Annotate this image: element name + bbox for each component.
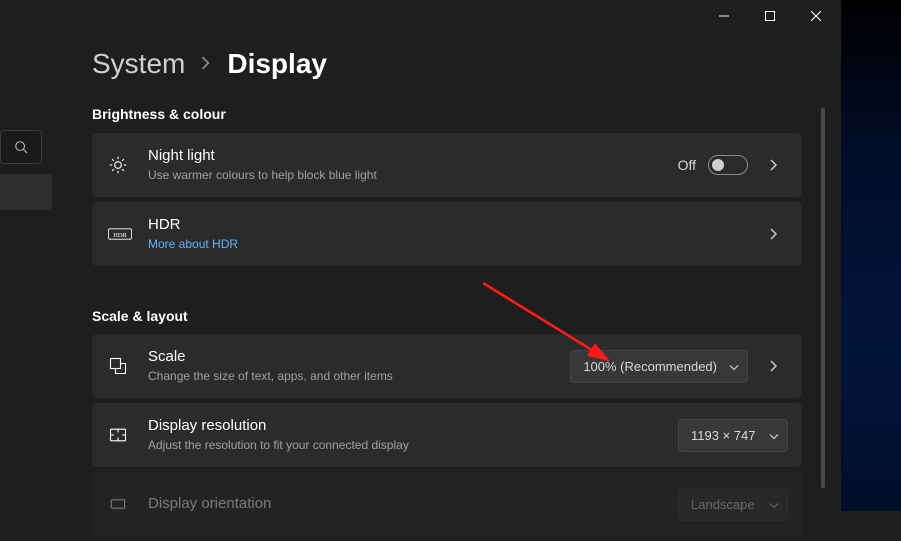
hdr-row[interactable]: HDR HDR More about HDR <box>92 202 802 266</box>
maximize-button[interactable] <box>747 2 793 30</box>
scale-row[interactable]: Scale Change the size of text, apps, and… <box>92 334 802 398</box>
scale-subtitle: Change the size of text, apps, and other… <box>148 369 570 385</box>
chevron-right-icon <box>201 53 211 76</box>
night-light-title: Night light <box>148 147 678 166</box>
resolution-subtitle: Adjust the resolution to fit your connec… <box>148 438 678 454</box>
chevron-right-icon <box>760 360 788 372</box>
close-button[interactable] <box>793 2 839 30</box>
left-nav-collapsed <box>0 130 52 210</box>
chevron-down-icon <box>769 428 779 443</box>
resolution-row[interactable]: Display resolution Adjust the resolution… <box>92 403 802 467</box>
resolution-title: Display resolution <box>148 417 678 436</box>
resolution-icon <box>108 425 148 445</box>
chevron-down-icon <box>769 497 779 512</box>
svg-text:HDR: HDR <box>113 232 127 239</box>
scale-dropdown-value: 100% (Recommended) <box>583 359 717 374</box>
night-light-state-label: Off <box>678 157 696 173</box>
chevron-right-icon <box>760 159 788 171</box>
sidebar-item-active[interactable] <box>0 174 52 210</box>
resolution-dropdown-value: 1193 × 747 <box>691 428 755 443</box>
desktop-edge <box>841 0 901 511</box>
scale-icon <box>108 356 148 376</box>
hdr-link[interactable]: More about HDR <box>148 237 760 253</box>
orientation-dropdown[interactable]: Landscape <box>678 488 788 521</box>
scrollbar[interactable] <box>821 108 825 488</box>
window-titlebar <box>701 0 839 32</box>
orientation-dropdown-value: Landscape <box>691 497 755 512</box>
section-title-scale-layout: Scale & layout <box>92 308 188 324</box>
hdr-title: HDR <box>148 216 760 235</box>
breadcrumb-parent[interactable]: System <box>92 48 185 80</box>
night-light-row[interactable]: Night light Use warmer colours to help b… <box>92 133 802 197</box>
breadcrumb-current: Display <box>227 48 327 80</box>
search-button[interactable] <box>0 130 42 164</box>
orientation-row[interactable]: Display orientation Landscape <box>92 472 802 536</box>
brightness-card-group: Night light Use warmer colours to help b… <box>92 133 802 271</box>
breadcrumb: System Display <box>92 48 327 80</box>
section-title-brightness: Brightness & colour <box>92 106 226 122</box>
resolution-dropdown[interactable]: 1193 × 747 <box>678 419 788 452</box>
scale-title: Scale <box>148 348 570 367</box>
chevron-down-icon <box>729 359 739 374</box>
chevron-right-icon <box>760 228 788 240</box>
night-light-subtitle: Use warmer colours to help block blue li… <box>148 168 678 184</box>
minimize-button[interactable] <box>701 2 747 30</box>
night-light-icon <box>108 155 148 175</box>
scale-dropdown[interactable]: 100% (Recommended) <box>570 350 748 383</box>
night-light-toggle[interactable] <box>708 155 748 175</box>
hdr-icon: HDR <box>108 227 148 241</box>
scale-layout-card-group: Scale Change the size of text, apps, and… <box>92 334 802 541</box>
orientation-icon <box>108 494 148 514</box>
